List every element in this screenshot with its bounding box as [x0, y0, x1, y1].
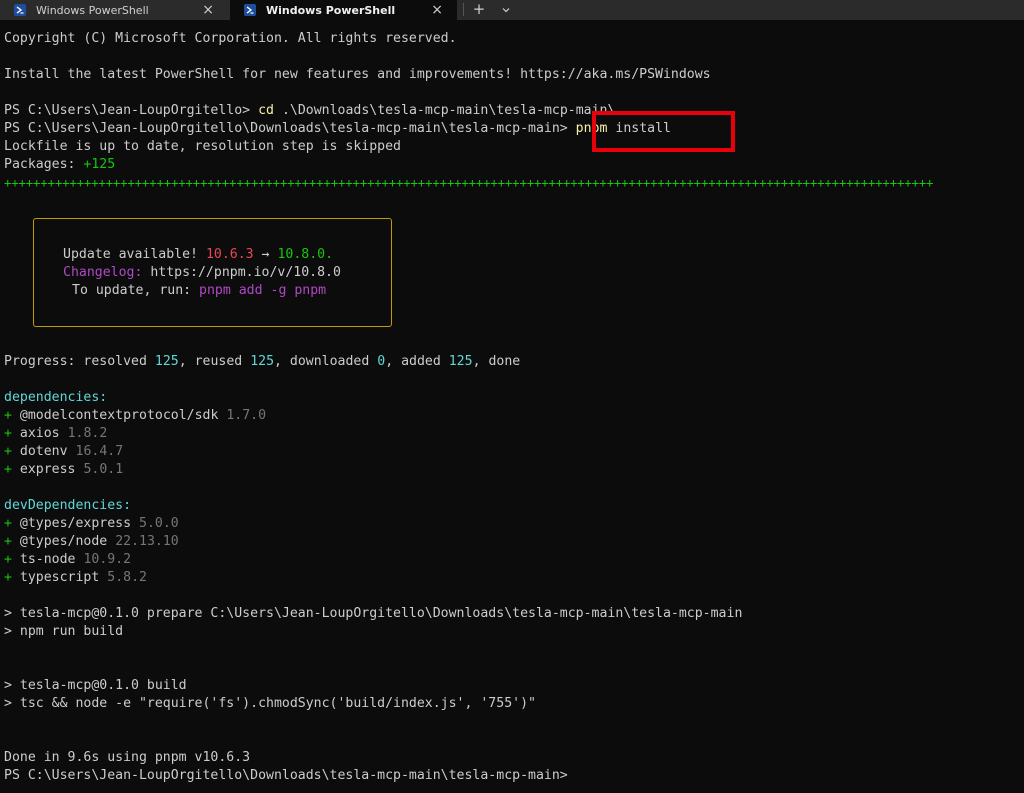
dependency-version: 5.8.2 [107, 570, 147, 585]
dependency-name: @types/node [19, 534, 108, 549]
tab-windows-powershell-1[interactable]: Windows PowerShell × [0, 0, 228, 20]
plus-icon: + [4, 552, 12, 567]
dependency-name: express [19, 462, 76, 477]
dependency-name: typescript [19, 570, 100, 585]
tab-title: Windows PowerShell [266, 3, 396, 17]
dependency-version: 22.13.10 [115, 534, 179, 549]
close-icon[interactable]: × [431, 2, 443, 18]
powershell-icon [244, 4, 256, 16]
plus-icon: + [4, 462, 12, 477]
new-tab-button[interactable]: + [470, 0, 488, 20]
dev-dependency-item: + ts-node 10.9.2 [4, 551, 131, 569]
dev-dependencies-header: devDependencies: [4, 498, 132, 513]
tsc-line: > tsc && node -e "require('fs').chmodSyn… [4, 696, 536, 711]
lockfile-line: Lockfile is up to date, resolution step … [4, 139, 401, 154]
dependency-version: 16.4.7 [75, 444, 124, 459]
prompt: PS C:\Users\Jean-LoupOrgitello\Downloads… [4, 121, 568, 136]
tab-windows-powershell-2[interactable]: Windows PowerShell × [230, 0, 457, 20]
plus-icon: + [4, 408, 12, 423]
terminal-output[interactable]: Copyright (C) Microsoft Corporation. All… [4, 0, 933, 783]
dependency-name: dotenv [19, 444, 68, 459]
reused-count: 125 [250, 354, 275, 369]
dev-dependency-item: + @types/express 5.0.0 [4, 515, 179, 533]
added-count: 125 [448, 354, 473, 369]
highlight-annotation-box [592, 111, 735, 152]
dependency-item: + dotenv 16.4.7 [4, 443, 123, 461]
install-hint-line: Install the latest PowerShell for new fe… [4, 67, 711, 82]
build-line: > tesla-mcp@0.1.0 build [4, 678, 187, 693]
npm-run-build-line: > npm run build [4, 624, 124, 639]
plus-icon: + [4, 426, 12, 441]
progress-plus-bar: ++++++++++++++++++++++++++++++++++++++++… [4, 175, 934, 190]
progress-prefix: Progress: resolved [4, 354, 147, 369]
dependency-name: @modelcontextprotocol/sdk [19, 408, 219, 423]
dependency-version: 10.9.2 [83, 552, 132, 567]
final-prompt[interactable]: PS C:\Users\Jean-LoupOrgitello\Downloads… [4, 767, 568, 785]
update-notice-box [33, 218, 392, 327]
copyright-line: Copyright (C) Microsoft Corporation. All… [4, 31, 457, 46]
dev-dependency-item: + typescript 5.8.2 [4, 569, 147, 587]
done-label: , done [472, 354, 521, 369]
dependency-item: + @modelcontextprotocol/sdk 1.7.0 [4, 407, 266, 425]
done-line: Done in 9.6s using pnpm v10.6.3 [4, 750, 251, 765]
chevron-down-icon[interactable] [497, 0, 515, 20]
plus-icon: + [4, 534, 12, 549]
dependency-item: + axios 1.8.2 [4, 425, 107, 443]
dependency-name: axios [19, 426, 60, 441]
dependency-name: ts-node [19, 552, 76, 567]
plus-icon: + [4, 516, 12, 531]
command-line-pnpm-install: PS C:\Users\Jean-LoupOrgitello\Downloads… [4, 120, 671, 138]
prepare-line: > tesla-mcp@0.1.0 prepare C:\Users\Jean-… [4, 606, 743, 621]
command-keyword: cd [258, 103, 274, 118]
dev-dependency-item: + @types/node 22.13.10 [4, 533, 179, 551]
dependency-version: 1.7.0 [226, 408, 267, 423]
dependencies-header: dependencies: [4, 390, 108, 405]
prompt: PS C:\Users\Jean-LoupOrgitello> [4, 103, 251, 118]
downloaded-label: , downloaded [274, 354, 370, 369]
close-icon[interactable]: × [202, 2, 214, 18]
dependency-version: 5.0.0 [139, 516, 179, 531]
command-line-cd: PS C:\Users\Jean-LoupOrgitello> cd .\Dow… [4, 102, 615, 120]
plus-icon: + [4, 444, 12, 459]
dependency-version: 5.0.1 [83, 462, 124, 477]
packages-count: +125 [83, 157, 116, 172]
tab-title: Windows PowerShell [36, 3, 149, 17]
dependency-item: + express 5.0.1 [4, 461, 123, 479]
reused-label: , reused [178, 354, 243, 369]
dependency-version: 1.8.2 [67, 426, 108, 441]
tab-separator [463, 3, 464, 16]
resolved-count: 125 [154, 354, 179, 369]
command-args: .\Downloads\tesla-mcp-main\tesla-mcp-mai… [281, 103, 616, 118]
packages-line: Packages: +125 [4, 156, 115, 174]
progress-line: Progress: resolved 125, reused 125, down… [4, 353, 520, 371]
tab-bar: Windows PowerShell × Windows PowerShell … [0, 0, 1024, 20]
plus-icon: + [4, 570, 12, 585]
downloaded-count: 0 [377, 354, 386, 369]
added-label: , added [385, 354, 441, 369]
dependency-name: @types/express [19, 516, 132, 531]
packages-label: Packages: [4, 157, 76, 172]
